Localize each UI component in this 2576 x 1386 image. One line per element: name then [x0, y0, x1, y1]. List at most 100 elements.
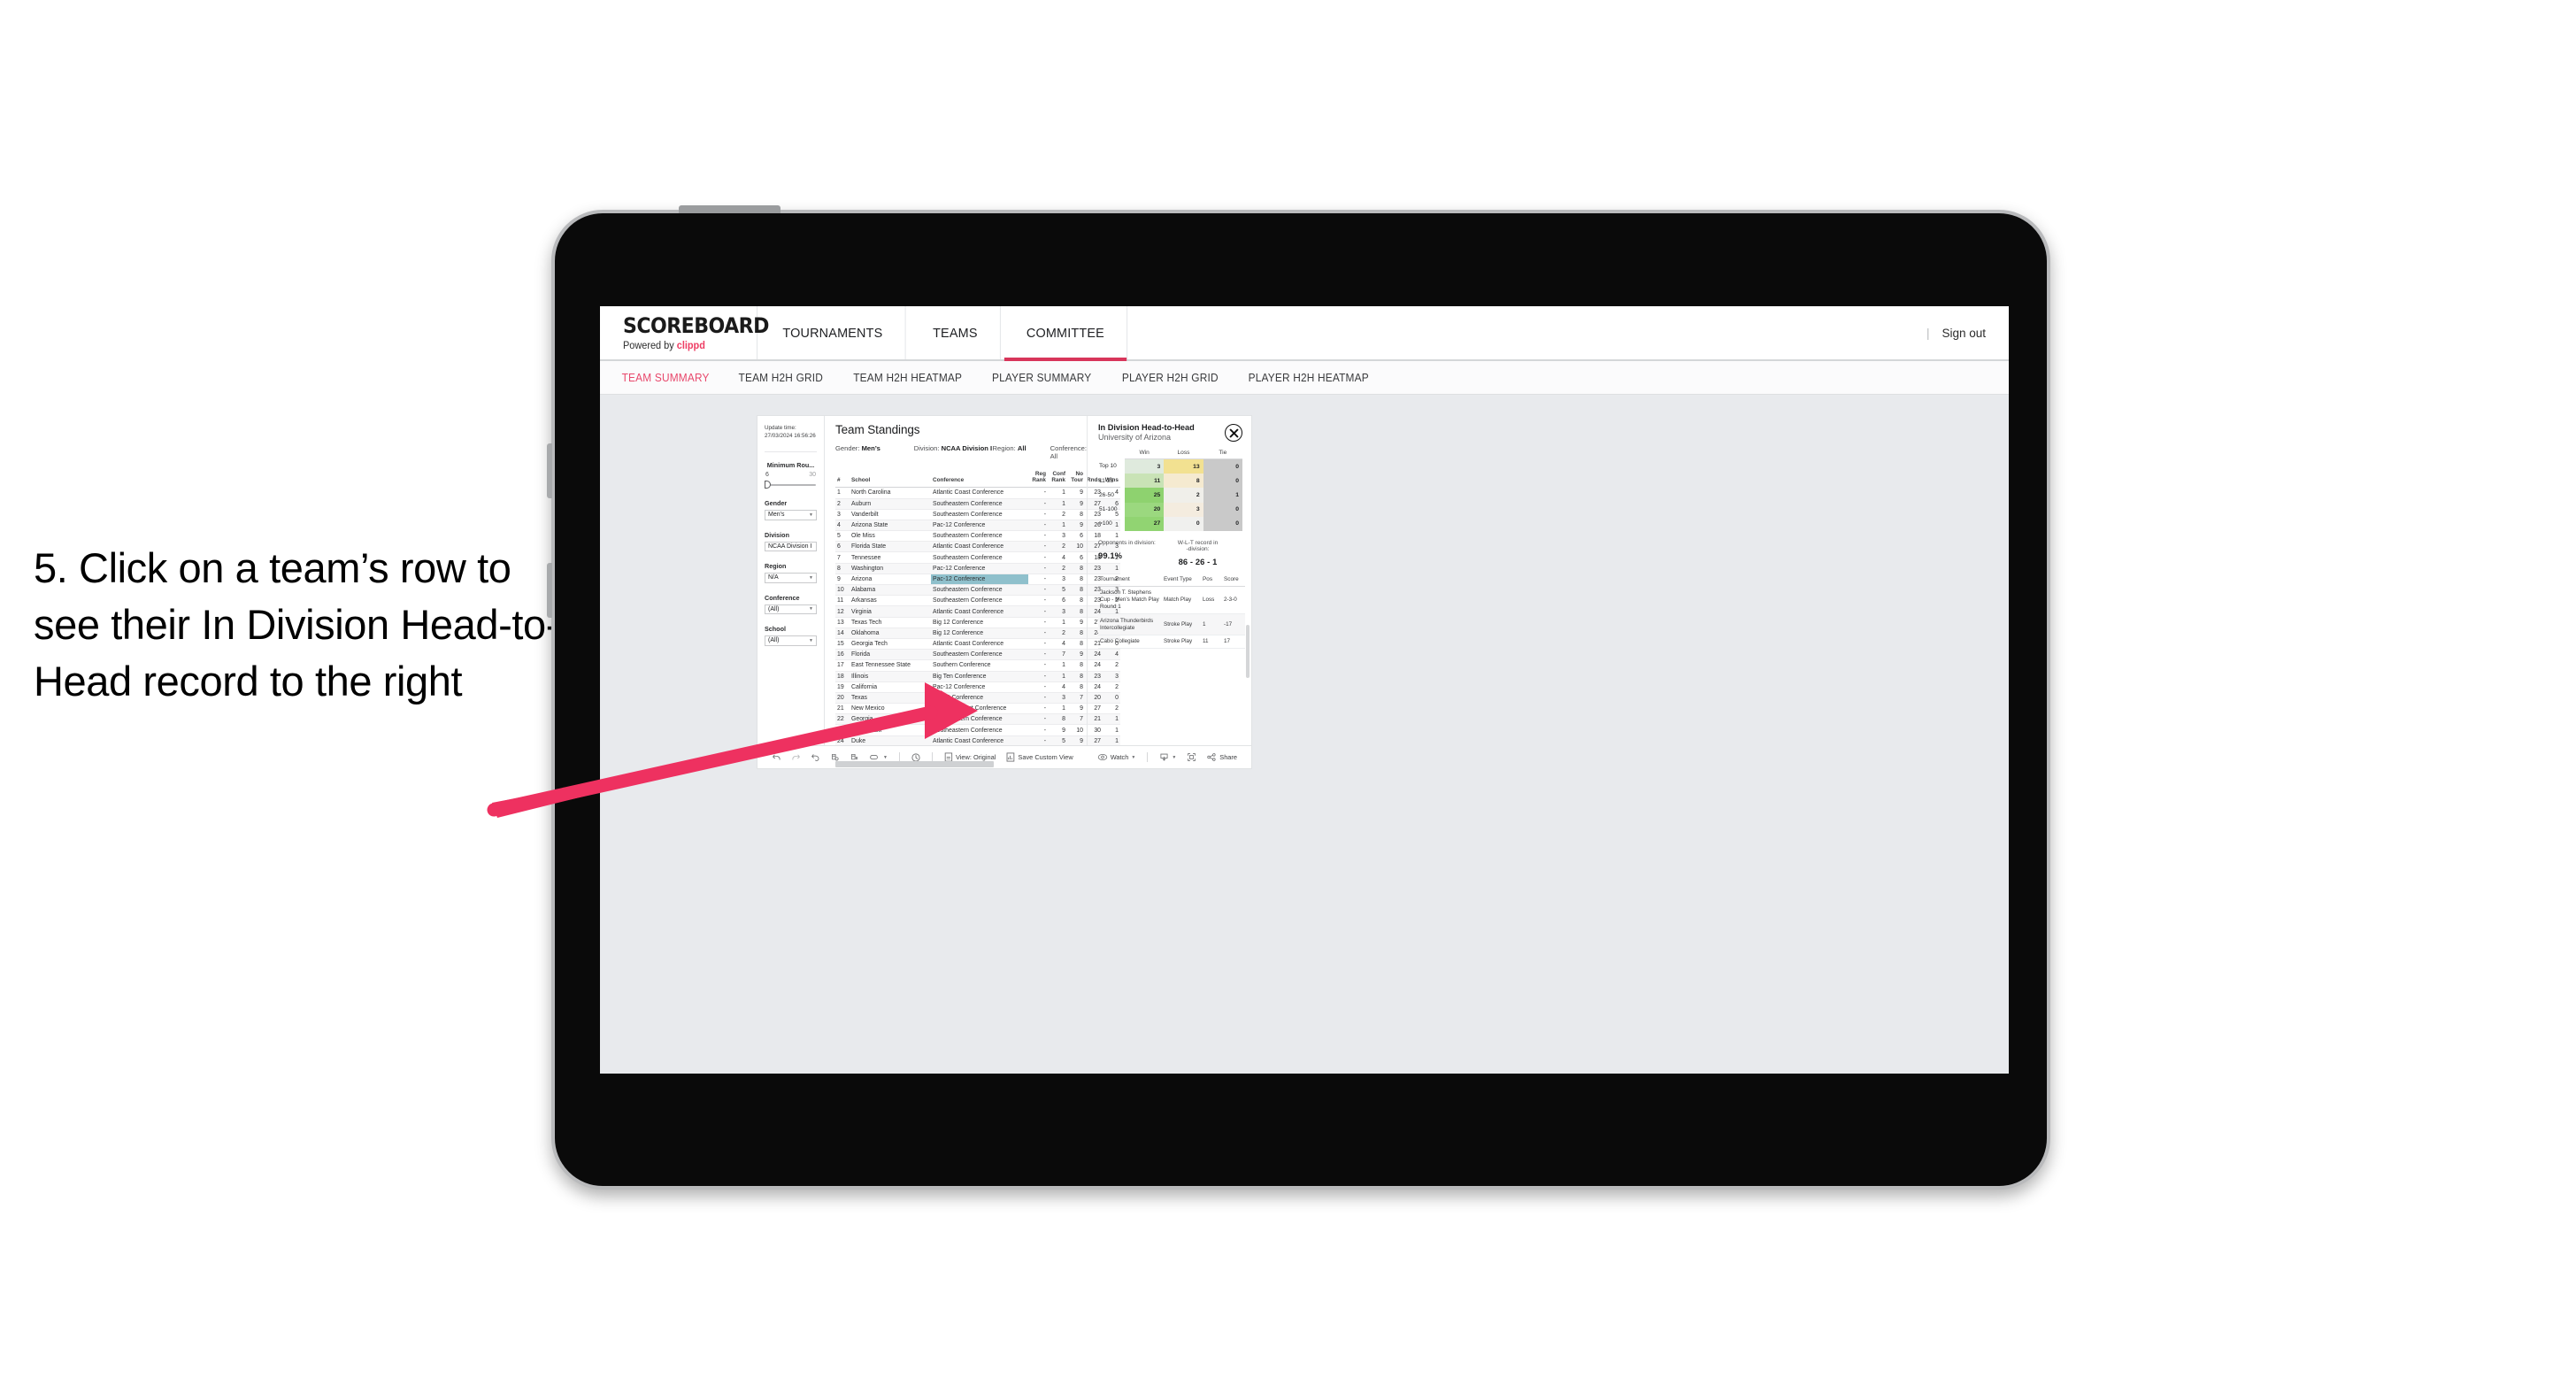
- table-row[interactable]: 3 Vanderbilt Southeastern Conference -2 8 23 5: [835, 509, 1120, 520]
- subtab-team-summary[interactable]: TEAM SUMMARY: [622, 372, 710, 384]
- download-icon[interactable]: ▼: [1154, 752, 1181, 762]
- school-select[interactable]: (All) ▼: [765, 635, 817, 646]
- event-row[interactable]: Cabo Collegiate Stroke Play 11 17: [1098, 635, 1245, 650]
- fullscreen-icon[interactable]: [1181, 752, 1201, 762]
- cell-no-tour: 8: [1067, 563, 1085, 574]
- col-school[interactable]: School: [850, 469, 931, 489]
- event-row[interactable]: Arizona Thunderbirds Intercollegiate Stro…: [1098, 613, 1245, 635]
- cell-event-type: Match Play: [1162, 586, 1201, 615]
- cell-conference: Big 12 Conference: [931, 617, 1028, 628]
- table-row[interactable]: 13Texas TechBig 12 Conference-19272: [835, 617, 1120, 628]
- table-row[interactable]: 5 Ole Miss Southeastern Conference -3 6 18 1: [835, 530, 1120, 543]
- heatmap-cell[interactable]: 13: [1164, 458, 1203, 474]
- heatmap-cell[interactable]: 27: [1125, 516, 1165, 531]
- slider-thumb[interactable]: [765, 481, 771, 489]
- col-conference[interactable]: Conference: [931, 469, 1028, 489]
- gender-select[interactable]: Men’s ▼: [765, 510, 817, 520]
- heatmap-row-label: 51-100: [1099, 506, 1118, 513]
- table-row[interactable]: 1 North Carolina Atlantic Coast Conference…: [835, 487, 1120, 499]
- filter-conference: Conference (All) ▼: [757, 594, 824, 614]
- col-reg-rank[interactable]: Reg Rank: [1028, 469, 1048, 489]
- save-custom-view-button[interactable]: Save Custom View: [1001, 752, 1078, 762]
- heatmap-cell[interactable]: 0: [1164, 516, 1203, 531]
- minimum-rounds-slider[interactable]: [765, 481, 817, 489]
- heatmap-cell[interactable]: 0: [1203, 502, 1242, 517]
- redo-icon[interactable]: [786, 752, 805, 762]
- heatmap-cell[interactable]: 8: [1164, 474, 1203, 489]
- revert-icon[interactable]: [805, 752, 825, 762]
- cell-rank: 13: [835, 617, 850, 628]
- conference-select[interactable]: (All) ▼: [765, 604, 817, 614]
- events-scrollbar-thumb[interactable]: [1246, 625, 1250, 678]
- col-conf-rank[interactable]: Conf Rank: [1048, 469, 1067, 489]
- cell-event-type: Stroke Play: [1162, 635, 1201, 650]
- cell-no-tour: 7: [1067, 713, 1085, 726]
- cell-no-tour: 8: [1067, 574, 1085, 586]
- cell-no-tour: 8: [1067, 584, 1085, 597]
- subtab-team-h2h-grid[interactable]: TEAM H2H GRID: [739, 372, 824, 384]
- table-row[interactable]: 14OklahomaBig 12 Conference-28242: [835, 628, 1120, 639]
- table-row[interactable]: 7 Tennessee Southeastern Conference -4 6 18 2: [835, 551, 1120, 564]
- cell-conference: Southeastern Conference: [931, 713, 1028, 726]
- division-select[interactable]: NCAA Division I: [765, 541, 817, 551]
- cell-conference: Atlantic Coast Conference: [931, 638, 1028, 651]
- subtab-player-h2h-grid[interactable]: PLAYER H2H GRID: [1121, 372, 1218, 384]
- tablet-power-button: [547, 563, 552, 618]
- app-sub-navigation: TEAM SUMMARY TEAM H2H GRID TEAM H2H HEAT…: [600, 361, 2009, 395]
- table-row[interactable]: 8 Washington Pac-12 Conference -2 8 23 1: [835, 563, 1120, 574]
- region-select[interactable]: N/A ▼: [765, 573, 817, 583]
- table-row[interactable]: 12 Virginia Atlantic Coast Conference -3 8 24…: [835, 605, 1120, 618]
- heatmap-cell[interactable]: 0: [1203, 474, 1242, 489]
- presentation-mode-icon[interactable]: ▼: [864, 753, 893, 762]
- table-row[interactable]: 20 Texas Big 12 Conference -3 7 20 0: [835, 692, 1120, 705]
- subtab-player-h2h-heatmap[interactable]: PLAYER H2H HEATMAP: [1249, 372, 1369, 384]
- table-row[interactable]: 18 Illinois Big Ten Conference -1 8 23 3: [835, 671, 1120, 682]
- heatmap-cell[interactable]: 20: [1125, 502, 1165, 517]
- table-row[interactable]: 6 Florida State Atlantic Coast Conference -…: [835, 541, 1120, 553]
- table-row[interactable]: 16 Florida Southeastern Conference -7 9 24 4: [835, 649, 1120, 661]
- heatmap-cell[interactable]: 11: [1125, 474, 1165, 489]
- table-row[interactable]: 2 Auburn Southeastern Conference -1 9 27 6: [835, 498, 1120, 510]
- table-row[interactable]: 15 Georgia Tech Atlantic Coast Conference -…: [835, 638, 1120, 651]
- nav-tab-tournaments[interactable]: TOURNAMENTS: [760, 306, 906, 359]
- heatmap-cell[interactable]: 25: [1125, 488, 1165, 503]
- table-row[interactable]: 21 New Mexico Mountain West Conference -1 9 2…: [835, 703, 1120, 715]
- share-button[interactable]: Share: [1201, 752, 1242, 762]
- table-row[interactable]: 9 Arizona Pac-12 Conference -3 8 23 2: [835, 574, 1120, 586]
- heatmap-cell[interactable]: 0: [1203, 516, 1242, 531]
- event-row[interactable]: Jackson T. Stephens Cup - Men’s Match Pl…: [1098, 586, 1245, 615]
- chevron-down-icon: ▼: [883, 754, 888, 760]
- minimum-rounds-label: Minimum Rou...: [766, 461, 815, 469]
- table-row[interactable]: 11 Arkansas Southeastern Conference -6 8 23 2: [835, 595, 1120, 607]
- cell-rank: 23: [835, 724, 850, 736]
- heatmap-cell[interactable]: 2: [1164, 488, 1203, 503]
- heatmap-cell[interactable]: 3: [1125, 458, 1165, 474]
- watch-button[interactable]: Watch ▼: [1092, 753, 1142, 761]
- cell-conf-rank: 4: [1048, 681, 1067, 693]
- heatmap-cell[interactable]: 3: [1164, 502, 1203, 517]
- subtab-team-h2h-heatmap[interactable]: TEAM H2H HEATMAP: [853, 372, 962, 384]
- sign-out-link[interactable]: Sign out: [1942, 327, 1986, 340]
- nav-divider: |: [1926, 326, 1930, 340]
- heatmap-cell[interactable]: 1: [1203, 488, 1242, 503]
- table-row[interactable]: 19 California Pac-12 Conference -4 8 24 2: [835, 681, 1120, 693]
- slider-max-value: 30: [809, 472, 816, 478]
- subtab-player-summary[interactable]: PLAYER SUMMARY: [992, 372, 1091, 384]
- dashboard-workspace: Update time: 27/03/2024 16:56:26 Minimum…: [600, 395, 2009, 1074]
- heatmap-cell[interactable]: 0: [1203, 458, 1242, 474]
- table-row[interactable]: 4 Arizona State Pac-12 Conference -1 9 26 1: [835, 520, 1120, 532]
- col-no-tour[interactable]: No Tour: [1067, 469, 1085, 489]
- cell-no-tour: 9: [1067, 617, 1085, 628]
- col-rank[interactable]: #: [835, 469, 850, 489]
- nav-tab-teams[interactable]: TEAMS: [911, 306, 1001, 359]
- horizontal-scrollbar-thumb[interactable]: [835, 761, 994, 768]
- page-title: Team Standings: [835, 423, 920, 436]
- undo-icon[interactable]: [766, 752, 786, 762]
- table-row[interactable]: 23 Texas A&M Southeastern Conference -9 10 30…: [835, 724, 1120, 736]
- table-row[interactable]: 17 East Tennessee State Southern Conferenc…: [835, 659, 1120, 672]
- table-row[interactable]: 10 Alabama Southeastern Conference -5 8 23 3: [835, 584, 1120, 597]
- table-row[interactable]: 22 Georgia Southeastern Conference -8 7 21 1: [835, 713, 1120, 726]
- nav-tab-committee[interactable]: COMMITTEE: [1004, 306, 1128, 361]
- close-icon[interactable]: [1225, 424, 1242, 442]
- heatmap-corner: [1098, 450, 1125, 459]
